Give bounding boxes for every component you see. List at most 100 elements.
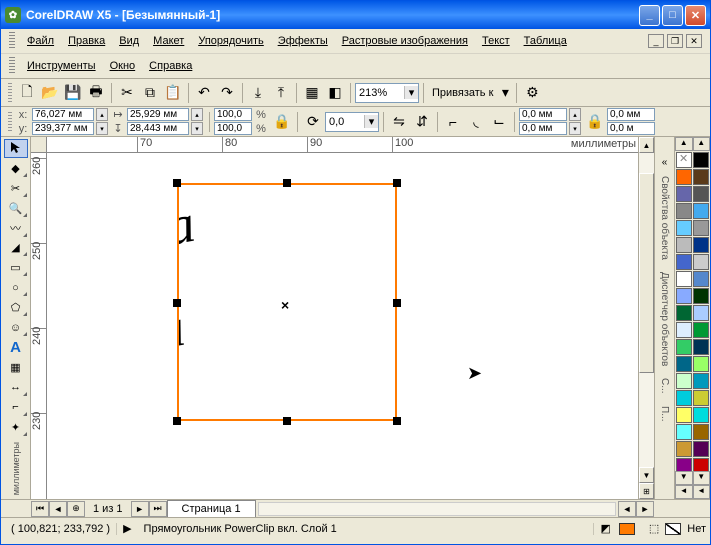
- spinner[interactable]: ▾: [191, 122, 203, 135]
- interactive-tool[interactable]: ✦: [4, 418, 28, 437]
- ellipse-tool[interactable]: ○: [4, 278, 28, 297]
- color-swatch[interactable]: [693, 407, 709, 423]
- color-swatch[interactable]: [693, 203, 709, 219]
- import-icon[interactable]: ⤓: [247, 82, 269, 104]
- fill-swatch[interactable]: [619, 523, 635, 535]
- color-swatch[interactable]: [693, 305, 709, 321]
- color-swatch[interactable]: [676, 220, 692, 236]
- color-swatch[interactable]: [693, 441, 709, 457]
- color-swatch[interactable]: [693, 271, 709, 287]
- canvas[interactable]: роверка роверка роверка роверка роверка …: [47, 153, 638, 499]
- maximize-button[interactable]: □: [662, 5, 683, 26]
- docker-close-icon[interactable]: «: [662, 157, 668, 168]
- color-swatch[interactable]: [693, 458, 709, 471]
- color-swatch[interactable]: [693, 390, 709, 406]
- x-input[interactable]: [32, 108, 94, 121]
- color-swatch[interactable]: [693, 220, 709, 236]
- copy-icon[interactable]: ⧉: [139, 82, 161, 104]
- basic-shapes-tool[interactable]: ☺: [4, 318, 28, 337]
- crop-tool[interactable]: ✂: [4, 179, 28, 198]
- selection-handle[interactable]: [283, 417, 291, 425]
- grip[interactable]: [9, 32, 15, 50]
- open-icon[interactable]: 📂: [39, 82, 61, 104]
- rectangle-tool[interactable]: ▭: [4, 258, 28, 277]
- page-last[interactable]: ⏭: [149, 501, 167, 517]
- color-none[interactable]: [676, 152, 692, 168]
- undo-icon[interactable]: ↶: [193, 82, 215, 104]
- color-swatch[interactable]: [676, 305, 692, 321]
- scale-x-input[interactable]: [214, 108, 252, 121]
- offset-y2-input[interactable]: [607, 122, 655, 135]
- palette-down[interactable]: ▼: [675, 471, 693, 485]
- color-swatch[interactable]: [676, 356, 692, 372]
- menu-view[interactable]: Вид: [113, 33, 145, 49]
- text-tool[interactable]: A: [4, 338, 28, 357]
- paste-icon[interactable]: 📋: [162, 82, 184, 104]
- color-swatch[interactable]: [693, 169, 709, 185]
- palette-flyout[interactable]: ◄: [675, 485, 693, 499]
- rotation-input[interactable]: ▾: [325, 112, 379, 132]
- lock-ratio-icon[interactable]: 🔒: [271, 111, 293, 133]
- color-swatch[interactable]: [676, 186, 692, 202]
- selection-handle[interactable]: [173, 179, 181, 187]
- palette-up[interactable]: ▲: [693, 137, 711, 151]
- scroll-left[interactable]: ◄: [618, 501, 636, 517]
- menu-text[interactable]: Текст: [476, 33, 516, 49]
- corner2-icon[interactable]: ◟: [465, 111, 487, 133]
- selection-center[interactable]: ×: [281, 297, 289, 313]
- menu-layout[interactable]: Макет: [147, 33, 190, 49]
- close-button[interactable]: ✕: [685, 5, 706, 26]
- offset-x2-input[interactable]: [607, 108, 655, 121]
- menu-edit[interactable]: Правка: [62, 33, 111, 49]
- welcome-icon[interactable]: ◧: [324, 82, 346, 104]
- docker-properties[interactable]: Свойства объекта: [658, 172, 671, 264]
- color-swatch[interactable]: [693, 424, 709, 440]
- color-swatch[interactable]: [676, 237, 692, 253]
- page-first[interactable]: ⏮: [31, 501, 49, 517]
- minimize-button[interactable]: _: [639, 5, 660, 26]
- ruler-vertical[interactable]: 260 250 240 230: [31, 153, 47, 499]
- color-swatch[interactable]: [693, 254, 709, 270]
- offset-y-input[interactable]: [519, 122, 567, 135]
- offset-x-input[interactable]: [519, 108, 567, 121]
- palette-down[interactable]: ▼: [693, 471, 711, 485]
- zoom-tool[interactable]: 🔍: [4, 199, 28, 218]
- height-input[interactable]: [127, 122, 189, 135]
- spinner[interactable]: ▾: [96, 122, 108, 135]
- color-swatch[interactable]: [676, 390, 692, 406]
- table-tool[interactable]: ▦: [4, 358, 28, 377]
- docker-tab-3[interactable]: С...: [658, 374, 671, 398]
- print-icon[interactable]: 🖶: [85, 82, 107, 104]
- color-swatch[interactable]: [693, 356, 709, 372]
- outline-swatch[interactable]: [665, 523, 681, 535]
- y-input[interactable]: [32, 122, 94, 135]
- export-icon[interactable]: ⤒: [270, 82, 292, 104]
- zoom-dropdown[interactable]: ▾: [404, 86, 418, 99]
- mdi-close[interactable]: ✕: [686, 34, 702, 48]
- color-swatch[interactable]: [676, 339, 692, 355]
- menu-effects[interactable]: Эффекты: [272, 33, 334, 49]
- vertical-scrollbar[interactable]: ▲ ▼ ⊞: [638, 137, 654, 499]
- color-swatch[interactable]: [693, 288, 709, 304]
- color-swatch[interactable]: [676, 458, 692, 471]
- selection-handle[interactable]: [283, 179, 291, 187]
- options-icon[interactable]: ⚙: [521, 82, 543, 104]
- color-swatch[interactable]: [693, 237, 709, 253]
- grip[interactable]: [9, 57, 15, 75]
- snap-dropdown[interactable]: ▾: [498, 82, 512, 104]
- color-swatch[interactable]: [676, 424, 692, 440]
- palette-up[interactable]: ▲: [675, 137, 693, 151]
- mdi-minimize[interactable]: _: [648, 34, 664, 48]
- freehand-tool[interactable]: 〰: [4, 219, 28, 238]
- polygon-tool[interactable]: ⬠: [4, 298, 28, 317]
- spinner[interactable]: ▴: [191, 108, 203, 121]
- color-swatch[interactable]: [676, 441, 692, 457]
- pick-tool[interactable]: [4, 139, 28, 158]
- lock2-icon[interactable]: 🔒: [584, 111, 606, 133]
- scroll-up-button[interactable]: ▲: [639, 137, 654, 153]
- menu-file[interactable]: Файл: [21, 33, 60, 49]
- scale-y-input[interactable]: [214, 122, 252, 135]
- redo-icon[interactable]: ↷: [216, 82, 238, 104]
- spinner[interactable]: ▴: [96, 108, 108, 121]
- mdi-restore[interactable]: ❐: [667, 34, 683, 48]
